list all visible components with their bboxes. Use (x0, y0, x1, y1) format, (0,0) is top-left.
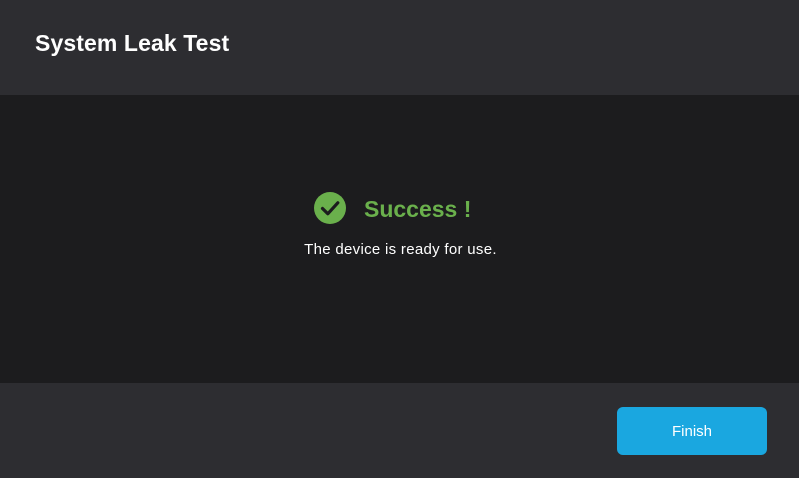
status-heading: Success ! (364, 196, 472, 222)
finish-button[interactable]: Finish (617, 407, 767, 455)
header-bar: System Leak Test (0, 0, 799, 95)
status-row: Success ! (0, 192, 799, 226)
result-panel: Success ! The device is ready for use. (0, 95, 799, 383)
check-circle-icon (314, 192, 346, 224)
app-window: System Leak Test Success ! The device is… (0, 0, 799, 478)
status-message: The device is ready for use. (304, 241, 497, 258)
footer-bar: Finish (0, 383, 799, 478)
page-title: System Leak Test (35, 30, 230, 56)
